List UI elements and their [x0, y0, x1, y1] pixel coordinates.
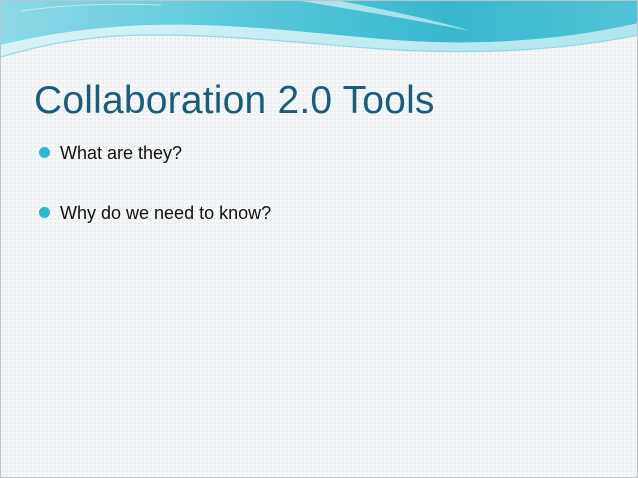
- list-item: What are they?: [39, 141, 271, 201]
- header-wave-decoration: [1, 1, 637, 58]
- slide: Collaboration 2.0 Tools What are they? W…: [0, 0, 638, 478]
- bullet-point-icon: [39, 147, 50, 158]
- slide-title: Collaboration 2.0 Tools: [34, 79, 435, 122]
- list-item: Why do we need to know?: [39, 201, 271, 261]
- bullet-text: What are they?: [60, 143, 183, 163]
- bullet-point-icon: [39, 207, 50, 218]
- bullet-text: Why do we need to know?: [60, 203, 272, 223]
- bullet-list: What are they? Why do we need to know?: [39, 141, 271, 261]
